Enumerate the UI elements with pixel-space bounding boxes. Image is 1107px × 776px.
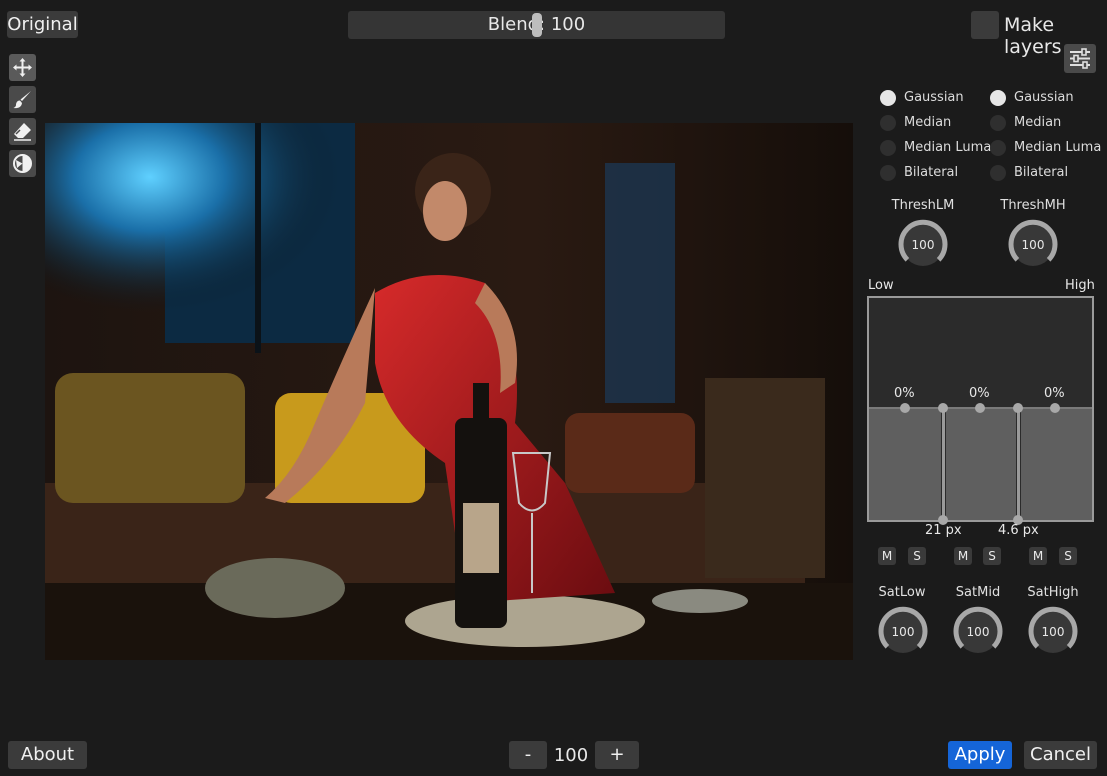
mid-band[interactable] (946, 409, 1016, 520)
split-1-size: 21 px (925, 523, 962, 538)
low-label: Low (868, 278, 894, 293)
brush-icon (13, 91, 31, 109)
radio-dot[interactable] (880, 90, 896, 106)
high-band-percent: 0% (1044, 386, 1065, 401)
sat-high-label: SatHigh (1027, 585, 1079, 600)
sat-high-knob[interactable]: 100 (1024, 603, 1082, 661)
thresh-lm-knob[interactable]: 100 (894, 216, 952, 274)
split-node-1[interactable] (938, 403, 948, 413)
high-label: High (1065, 278, 1095, 293)
mid-band-node[interactable] (975, 403, 985, 413)
high-solo-button[interactable]: S (1059, 547, 1077, 565)
brush-tool-button[interactable] (9, 86, 36, 113)
low-mute-button[interactable]: M (878, 547, 896, 565)
high-mute-button[interactable]: M (1029, 547, 1047, 565)
low-solo-button[interactable]: S (908, 547, 926, 565)
contrast-tool-button[interactable] (9, 150, 36, 177)
contrast-icon (13, 154, 32, 173)
low-band-node[interactable] (900, 403, 910, 413)
move-tool-button[interactable] (9, 54, 36, 81)
high-band-node[interactable] (1050, 403, 1060, 413)
high-band[interactable] (1021, 409, 1092, 520)
zoom-value: 100 (553, 745, 589, 766)
about-button[interactable]: About (8, 741, 87, 769)
mid-solo-button[interactable]: S (983, 547, 1001, 565)
sat-mid-label: SatMid (955, 585, 1001, 600)
original-button[interactable]: Original (7, 11, 78, 38)
zoom-plus-button[interactable]: + (595, 741, 639, 769)
settings-button[interactable] (1064, 44, 1096, 73)
split-2-size: 4.6 px (998, 523, 1039, 538)
photo-illustration (45, 123, 853, 660)
sat-mid-knob[interactable]: 100 (949, 603, 1007, 661)
low-band[interactable] (869, 409, 941, 520)
zoom-minus-button[interactable]: - (509, 741, 547, 769)
move-icon (13, 58, 32, 77)
split-handle-2[interactable] (1017, 409, 1020, 520)
sat-low-knob[interactable]: 100 (874, 603, 932, 661)
thresh-mh-label: ThreshMH (1000, 198, 1066, 213)
split-node-2[interactable] (1013, 403, 1023, 413)
radio-dot[interactable] (880, 115, 896, 131)
mid-band-percent: 0% (969, 386, 990, 401)
radio-dot[interactable] (990, 115, 1006, 131)
blend-slider-handle[interactable] (532, 13, 542, 37)
low-band-percent: 0% (894, 386, 915, 401)
preview-image[interactable] (45, 123, 853, 660)
radio-dot[interactable] (990, 165, 1006, 181)
sliders-icon (1070, 48, 1090, 69)
band-editor[interactable]: 0% 0% 0% (867, 296, 1094, 525)
radio-dot[interactable] (880, 140, 896, 156)
eraser-icon (14, 123, 31, 141)
thresh-lm-label: ThreshLM (891, 198, 955, 213)
cancel-button[interactable]: Cancel (1024, 741, 1097, 769)
radio-dot[interactable] (990, 90, 1006, 106)
sat-low-label: SatLow (878, 585, 926, 600)
radio-dot[interactable] (880, 165, 896, 181)
thresh-mh-knob[interactable]: 100 (1004, 216, 1062, 274)
radio-dot[interactable] (990, 140, 1006, 156)
make-layers-checkbox[interactable] (971, 11, 999, 39)
mid-mute-button[interactable]: M (954, 547, 972, 565)
split-handle-1[interactable] (942, 409, 945, 520)
eraser-tool-button[interactable] (9, 118, 36, 145)
apply-button[interactable]: Apply (948, 741, 1012, 769)
